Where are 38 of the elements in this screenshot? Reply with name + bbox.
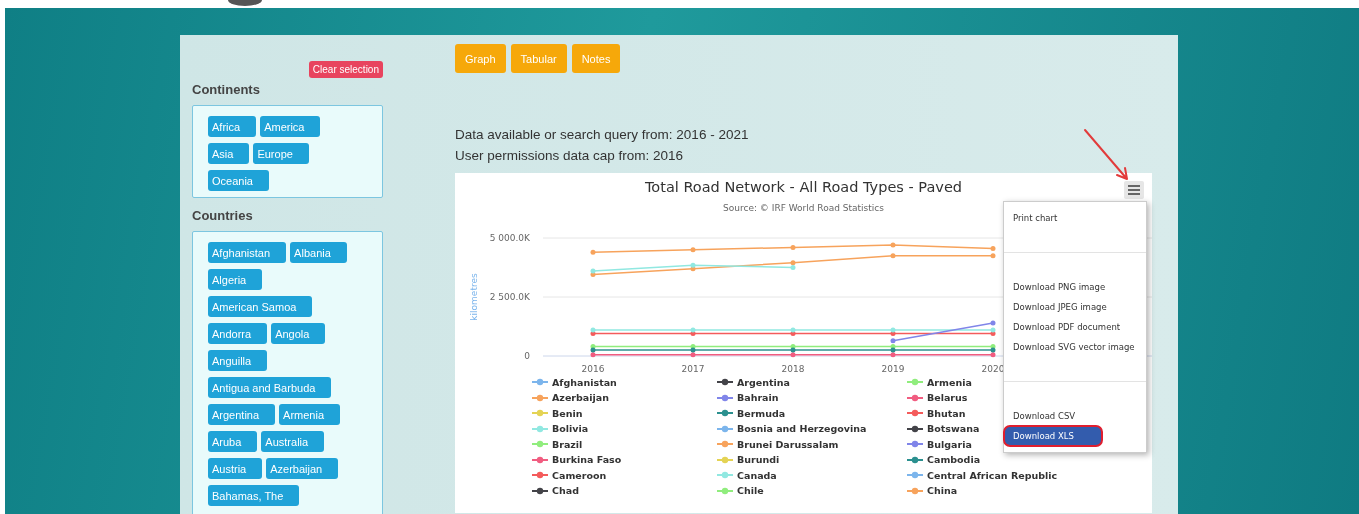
legend-label: Cambodia [927,454,981,466]
legend-label: Bahrain [737,392,779,404]
legend-label: Armenia [927,376,972,388]
legend-label: Belarus [927,392,968,404]
legend-label: Brunei Darussalam [737,438,839,450]
legend-label: Chile [737,485,764,497]
y-axis-label: 2 500.0K [489,292,530,302]
section-heading: Continents [192,82,261,97]
x-axis-label: 2019 [881,364,905,374]
info-text: User permissions data cap from: 2016 [455,147,685,165]
chart-title: Total Road Network - All Road Types - Paved [644,179,962,195]
legend-label: China [927,485,958,497]
legend-label: Azerbaijan [552,392,609,404]
legend-label: Bulgaria [927,438,972,450]
y-axis-label: 0 [524,351,530,361]
legend-label: Bhutan [927,407,966,419]
legend-label: Benin [552,407,583,419]
legend-label: Brazil [552,438,583,450]
section-heading: Countries [192,208,254,223]
legend-label: Chad [552,485,579,497]
chart-subtitle: Source: © IRF World Road Statistics [722,203,885,213]
legend-label: Burkina Faso [552,454,622,466]
legend-label: Burundi [737,454,780,466]
legend-label: Bolivia [552,423,589,435]
legend-label: Argentina [737,376,791,388]
legend-label: Botswana [927,423,980,435]
legend-label: Cameroon [552,469,607,481]
legend-label: Bosnia and Herzegovina [737,423,867,435]
y-axis-label: 5 000.0K [489,233,530,243]
x-axis-label: 2016 [581,364,605,374]
legend-label: Bermuda [737,407,786,419]
x-axis-label: 2017 [681,364,705,374]
legend-label: Canada [737,469,777,481]
y-axis-title: kilometres [469,273,479,321]
legend-label: Afghanistan [552,376,617,388]
info-text: Data available or search query from: 2016 - 2021 [455,126,750,144]
x-axis-label: 2018 [781,364,805,374]
legend-label: Central African Republic [927,469,1058,481]
